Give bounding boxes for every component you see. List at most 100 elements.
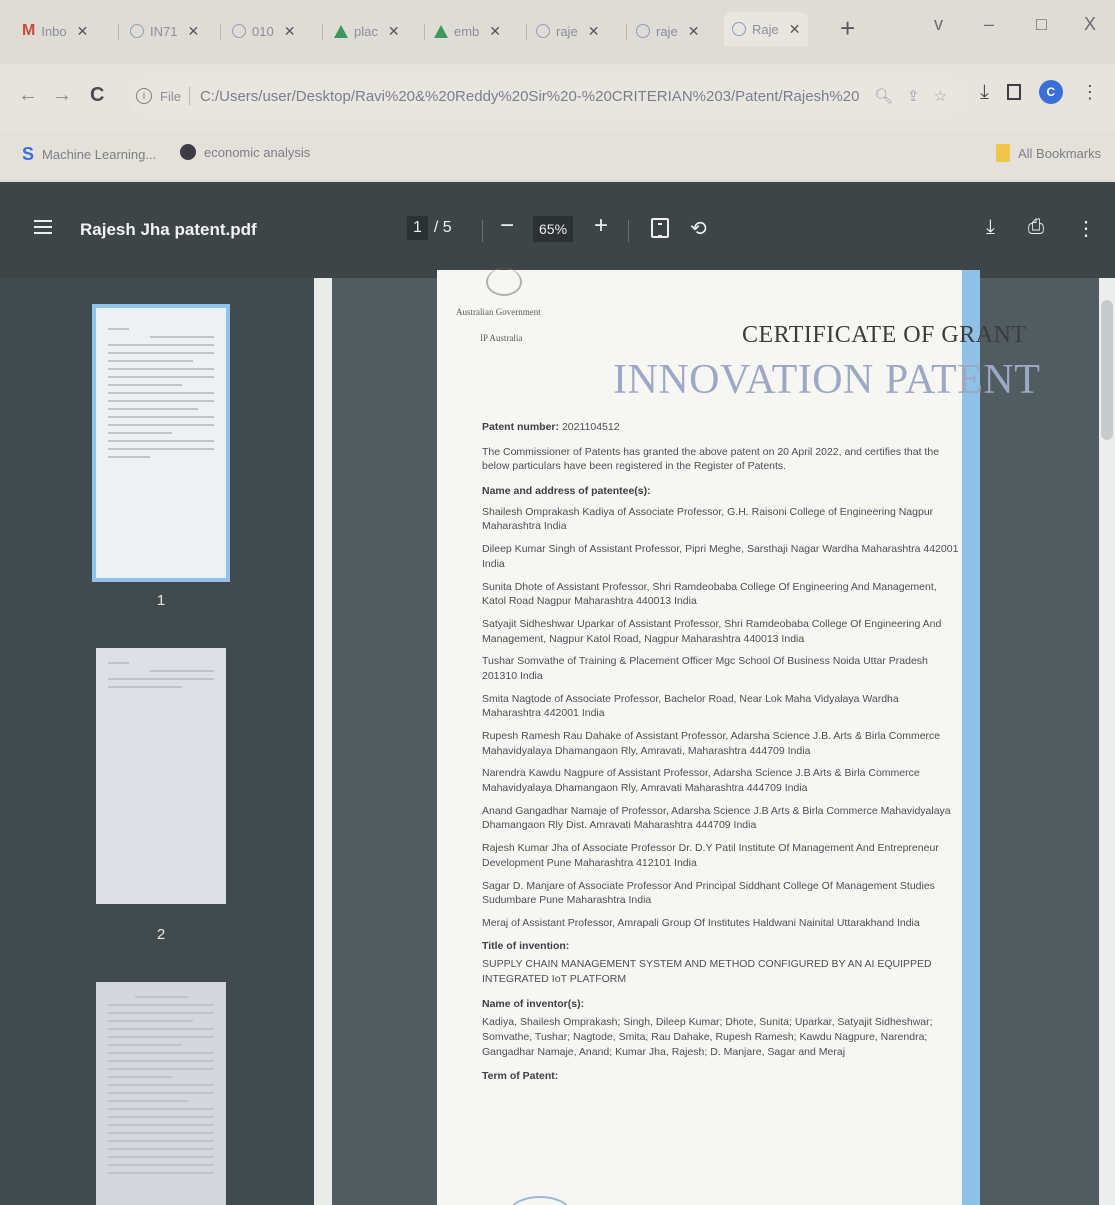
minimize-button[interactable]: – <box>984 14 994 35</box>
bookmark-s-icon: S <box>22 144 35 164</box>
zoom-level-input[interactable]: 65% <box>533 216 574 242</box>
thumbnail-page-2[interactable] <box>96 648 226 904</box>
grant-statement: The Commissioner of Patents has granted … <box>482 445 940 473</box>
info-icon[interactable]: i <box>136 88 152 104</box>
bookmark-label: economic analysis <box>204 144 311 160</box>
patentee-entry: Tushar Somvathe of Training & Placement … <box>482 655 928 682</box>
patentee-entry: Satyajit Sidheshwar Uparkar of Assistant… <box>482 617 942 645</box>
certificate-body: Patent number: 2021104512 The Commission… <box>482 420 960 1094</box>
more-options-icon[interactable]: ⋮ <box>1076 216 1096 241</box>
pdf-toolbar: Rajesh Jha patent.pdf 1 / 5 − 65% + ⟲ ⤓ … <box>0 182 1115 278</box>
page-total: / 5 <box>433 219 452 236</box>
coat-of-arms-icon <box>486 268 522 296</box>
scrollbar-thumb[interactable] <box>1101 300 1113 440</box>
close-icon[interactable]: ✕ <box>688 23 700 40</box>
avatar[interactable]: C <box>1038 80 1063 104</box>
forward-icon[interactable]: → <box>52 84 72 107</box>
close-icon[interactable]: ✕ <box>588 23 600 40</box>
inventors-label: Name of inventor(s): <box>482 997 585 1010</box>
page-indicator: 1 / 5 <box>407 216 452 240</box>
tab-gmail[interactable]: M Inbo ✕ <box>22 18 88 44</box>
patentees-label: Name and address of patentee(s): <box>482 485 651 498</box>
patentee-entry: Meraj of Assistant Professor, Amrapali G… <box>482 916 920 929</box>
bookmark-label: Machine Learning... <box>42 147 157 162</box>
globe-icon <box>232 24 246 38</box>
zoom-in-button[interactable]: + <box>594 212 608 240</box>
title-label: Title of invention: <box>482 939 570 952</box>
tab-emb[interactable]: emb ✕ <box>434 18 501 44</box>
download-icon[interactable]: ⤓ <box>986 216 995 239</box>
tab-raje-active[interactable]: Raje ✕ <box>724 12 809 46</box>
drive-icon <box>434 24 448 38</box>
globe-icon <box>732 22 746 36</box>
pdf-filename: Rajesh Jha patent.pdf <box>80 220 257 239</box>
bookmark-economic-analysis[interactable]: economic analysis <box>180 144 310 160</box>
globe-icon <box>180 144 196 160</box>
address-bar[interactable]: i File C:/Users/user/Desktop/Ravi%20&%20… <box>128 78 968 114</box>
hamburger-menu-icon[interactable] <box>34 220 52 234</box>
reload-icon[interactable]: C <box>90 84 104 107</box>
tab-label: raje <box>656 23 678 39</box>
folder-icon <box>996 144 1010 162</box>
bookmark-machine-learning[interactable]: S Machine Learning... <box>22 144 156 165</box>
certificate-heading: CERTIFICATE OF GRANT <box>742 322 1027 348</box>
thumbnail-page-3[interactable] <box>96 982 226 1205</box>
tab-raje-1[interactable]: raje ✕ <box>536 18 599 44</box>
patentee-entry: Shailesh Omprakash Kadiya of Associate P… <box>482 505 934 533</box>
close-icon[interactable]: ✕ <box>284 23 296 40</box>
patentee-entry: Narendra Kawdu Nagpure of Assistant Prof… <box>482 767 920 795</box>
file-scheme-label: File <box>160 88 181 104</box>
tab-search-icon[interactable]: v <box>934 14 943 35</box>
download-icon[interactable]: ⤓ <box>980 81 989 104</box>
agency-label: IP Australia <box>480 333 523 343</box>
globe-icon <box>636 24 650 38</box>
browser-toolbar: ← → C i File C:/Users/user/Desktop/Ravi%… <box>0 64 1115 130</box>
rotate-icon[interactable]: ⟲ <box>690 216 707 241</box>
close-window-button[interactable]: X <box>1084 14 1096 35</box>
patentee-entry: Rupesh Ramesh Rau Dahake of Assistant Pr… <box>482 730 941 757</box>
globe-icon <box>536 24 550 38</box>
inventors-list: Kadiya, Shailesh Omprakash; Singh, Dilee… <box>482 1016 933 1058</box>
thumbnail-page-1[interactable] <box>92 304 230 582</box>
tab-label: plac <box>354 23 378 39</box>
bookmarks-bar: S Machine Learning... economic analysis … <box>0 130 1115 180</box>
star-icon[interactable]: ☆ <box>934 87 947 105</box>
drive-icon <box>334 24 348 38</box>
close-icon[interactable]: ✕ <box>789 21 801 38</box>
patent-number-label: Patent number: <box>482 421 560 433</box>
government-label: Australian Government <box>456 307 541 317</box>
close-icon[interactable]: ✕ <box>187 23 199 40</box>
new-tab-button[interactable]: + <box>840 13 855 44</box>
zoom-out-button[interactable]: − <box>500 212 514 240</box>
zoom-icon[interactable]: 🔍︎ <box>874 87 893 105</box>
print-icon[interactable]: ⎙ <box>1028 216 1044 239</box>
close-icon[interactable]: ✕ <box>489 23 501 40</box>
page-number-input[interactable]: 1 <box>407 216 428 240</box>
close-icon[interactable]: ✕ <box>77 23 89 40</box>
tab-010[interactable]: 010 ✕ <box>232 18 295 44</box>
tab-label: emb <box>454 23 480 39</box>
thumbnail-number: 1 <box>156 592 166 609</box>
fit-page-icon[interactable] <box>651 218 669 238</box>
tab-raje-2[interactable]: raje ✕ <box>636 18 699 44</box>
tab-label: IN71 <box>150 23 178 39</box>
close-icon[interactable]: ✕ <box>388 23 400 40</box>
patentee-entry: Anand Gangadhar Namaje of Professor, Ada… <box>482 804 951 832</box>
sidebar-scrollbar[interactable] <box>314 278 332 1205</box>
tab-label: 010 <box>252 23 274 39</box>
patentee-entry: Sunita Dhote of Assistant Professor, Shr… <box>482 580 937 608</box>
patent-kind-heading: INNOVATION PATENT <box>613 357 1041 403</box>
all-bookmarks-label: All Bookmarks <box>1018 145 1102 161</box>
menu-kebab-icon[interactable]: ⋮ <box>1081 82 1099 103</box>
invention-title: SUPPLY CHAIN MANAGEMENT SYSTEM AND METHO… <box>482 958 932 985</box>
term-label: Term of Patent: <box>482 1070 559 1083</box>
share-icon[interactable]: ⇪ <box>907 87 920 105</box>
all-bookmarks[interactable]: All Bookmarks <box>996 144 1101 162</box>
back-icon[interactable]: ← <box>18 84 38 107</box>
restore-button[interactable]: □ <box>1036 14 1047 35</box>
side-panel-icon[interactable] <box>1006 84 1021 100</box>
tab-plac[interactable]: plac ✕ <box>334 18 400 44</box>
tab-label: Raje <box>752 21 779 37</box>
url-text[interactable]: C:/Users/user/Desktop/Ravi%20&%20Reddy%2… <box>200 88 860 105</box>
tab-in71[interactable]: IN71 ✕ <box>130 18 199 44</box>
